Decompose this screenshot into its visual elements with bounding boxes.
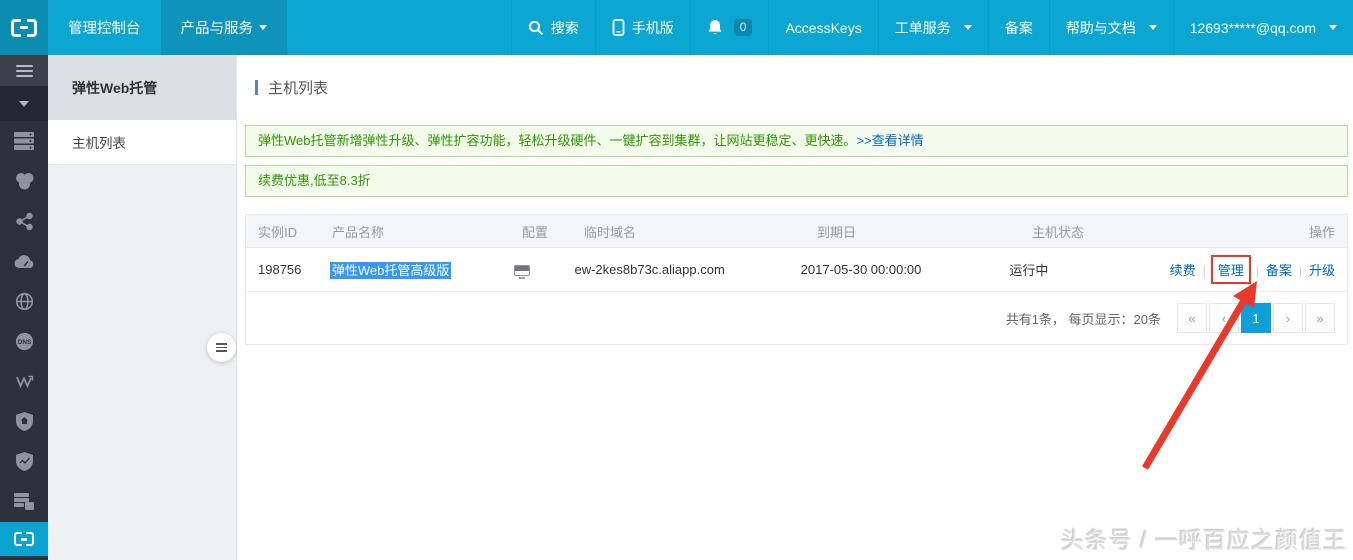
pagination-buttons: « ‹ 1 › » [1177, 303, 1335, 333]
menu-icon[interactable] [0, 55, 48, 86]
promo-banner-text: 弹性Web托管新增弹性升级、弹性扩容功能，轻松升级硬件、一键扩容到集群，让网站更… [258, 133, 857, 148]
watermark-text: 头条号 / 一呼百应之颜值王 [1060, 527, 1347, 553]
topbar-account-label: 12693*****@qq.com [1189, 19, 1316, 36]
action-separator: | [1298, 264, 1302, 278]
table-row: 198756 弹性Web托管高级版 ew-2kes8b73c.aliapp.co… [246, 248, 1347, 292]
nav-products-label: 产品与服务 [180, 21, 254, 37]
action-separator: | [1255, 264, 1259, 278]
main-content: 主机列表 弹性Web托管新增弹性升级、弹性扩容功能，轻松升级硬件、一键扩容到集群… [237, 55, 1353, 560]
cell-config [514, 262, 574, 280]
column-header-host-status: 主机状态 [1032, 224, 1085, 240]
column-header-product-name: 产品名称 [332, 224, 385, 240]
collapse-caret-icon[interactable] [0, 86, 48, 121]
page-1-button[interactable]: 1 [1241, 303, 1271, 333]
column-header-instance-id: 实例ID [258, 224, 298, 240]
nav-console-home[interactable]: 管理控制台 [48, 0, 161, 55]
column-header-temp-domain: 临时域名 [584, 224, 637, 240]
chevron-down-icon [1148, 25, 1157, 30]
pagination-summary: 共有1条， 每页显示：20条 [1005, 311, 1161, 327]
share-nodes-icon[interactable] [0, 201, 48, 241]
sidebar-title: 弹性Web托管 [48, 55, 236, 120]
server-files-icon[interactable] [0, 481, 48, 521]
nav-products-services[interactable]: 产品与服务 [160, 0, 287, 55]
topbar-account-menu[interactable]: 12693*****@qq.com [1172, 0, 1353, 55]
grip-icon [216, 341, 227, 354]
page-title: 主机列表 [255, 77, 1353, 98]
prev-page-button[interactable]: ‹ [1209, 303, 1239, 333]
monitor-icon[interactable] [514, 265, 531, 280]
topbar-beian-label: 备案 [1004, 19, 1033, 36]
selected-product-name-text[interactable]: 弹性Web托管高级版 [329, 262, 452, 279]
icon-rail: DNS [0, 55, 48, 560]
host-table: 实例ID 产品名称 配置 临时域名 到期日 主机状态 操作 198756 弹性W… [245, 214, 1348, 345]
view-details-link[interactable]: >>查看详情 [857, 133, 924, 148]
topbar-notifications[interactable]: 0 [689, 0, 769, 55]
shield-home-icon[interactable] [0, 401, 48, 441]
cdn-cloud-icon[interactable] [0, 241, 48, 281]
promo-banner-upgrade: 弹性Web托管新增弹性升级、弹性扩容功能，轻松升级硬件、一键扩容到集群，让网站更… [245, 125, 1348, 157]
elastic-web-hosting-icon[interactable] [0, 522, 48, 556]
column-header-expire-date: 到期日 [817, 224, 857, 240]
bracket-logo-icon [14, 532, 34, 546]
notification-badge: 0 [733, 19, 753, 36]
table-header-row: 实例ID 产品名称 配置 临时域名 到期日 主机状态 操作 [246, 215, 1347, 248]
column-header-config: 配置 [522, 224, 549, 240]
pagination: 共有1条， 每页显示：20条 « ‹ 1 › » [246, 292, 1347, 344]
sidebar-collapse-handle[interactable] [207, 333, 236, 362]
bell-icon [708, 20, 722, 35]
console-page: 管理控制台 产品与服务 搜索 手机版 0 AccessKeys 工单服务 备案 … [0, 0, 1353, 560]
last-page-button[interactable]: » [1305, 303, 1335, 333]
cell-expire-date: 2017-05-30 00:00:00 [800, 262, 922, 277]
column-header-actions: 操作 [1308, 224, 1335, 240]
topbar-help-docs[interactable]: 帮助与文档 [1048, 0, 1173, 55]
topbar-mobile-label: 手机版 [631, 19, 674, 36]
next-page-button[interactable]: › [1273, 303, 1303, 333]
promo-banner-renewal: 续费优惠,低至8.3折 [245, 165, 1348, 197]
chevron-down-icon [259, 25, 267, 30]
topbar-ticket-service[interactable]: 工单服务 [877, 0, 988, 55]
cell-product-name: 弹性Web托管高级版 [329, 260, 514, 279]
upgrade-link[interactable]: 升级 [1309, 263, 1335, 278]
first-page-button[interactable]: « [1177, 303, 1207, 333]
storage-cluster-icon[interactable] [0, 161, 48, 201]
topbar-search[interactable]: 搜索 [510, 0, 595, 55]
shield-monitor-icon[interactable] [0, 441, 48, 481]
cell-instance-id: 198756 [258, 262, 302, 277]
search-icon [528, 20, 543, 35]
topbar-accesskeys[interactable]: AccessKeys [768, 0, 877, 55]
renew-link[interactable]: 续费 [1170, 263, 1196, 278]
sidebar-item-host-list[interactable]: 主机列表 [48, 120, 236, 165]
sidebar: 弹性Web托管 主机列表 [48, 55, 237, 560]
title-accent-bar [255, 80, 258, 95]
aliyun-logo[interactable] [0, 0, 48, 55]
promo-banner-text: 续费优惠,低至8.3折 [258, 173, 371, 188]
mobile-icon [612, 19, 625, 36]
topbar: 管理控制台 产品与服务 搜索 手机版 0 AccessKeys 工单服务 备案 … [0, 0, 1353, 55]
trend-w-icon[interactable] [0, 361, 48, 401]
chevron-down-icon [963, 25, 972, 30]
beian-link[interactable]: 备案 [1266, 263, 1292, 278]
dns-icon-label: DNS [17, 339, 31, 346]
page-title-text: 主机列表 [268, 80, 329, 97]
sidebar-item-label: 主机列表 [72, 136, 126, 151]
chevron-down-icon [1329, 25, 1337, 30]
nav-console-home-label: 管理控制台 [68, 21, 141, 37]
manage-link[interactable]: 管理 [1210, 255, 1251, 284]
aliyun-logo-icon [11, 18, 37, 37]
dns-icon[interactable]: DNS [0, 321, 48, 361]
topbar-accesskeys-label: AccessKeys [785, 19, 862, 36]
topbar-beian[interactable]: 备案 [987, 0, 1049, 55]
topbar-help-label: 帮助与文档 [1065, 19, 1136, 36]
cell-host-status: 运行中 [1009, 263, 1049, 278]
cell-temp-domain: ew-2kes8b73c.aliapp.com [574, 262, 725, 277]
globe-icon[interactable] [0, 281, 48, 321]
topbar-search-label: 搜索 [550, 19, 579, 36]
topbar-right-nav: 搜索 手机版 0 AccessKeys 工单服务 备案 帮助与文档 12693*… [510, 0, 1353, 55]
topbar-mobile-version[interactable]: 手机版 [594, 0, 690, 55]
topbar-ticket-label: 工单服务 [894, 19, 951, 36]
servers-icon[interactable] [0, 121, 48, 161]
cell-actions: 续费 | 管理 | 备案 | 升级 [1170, 255, 1347, 284]
